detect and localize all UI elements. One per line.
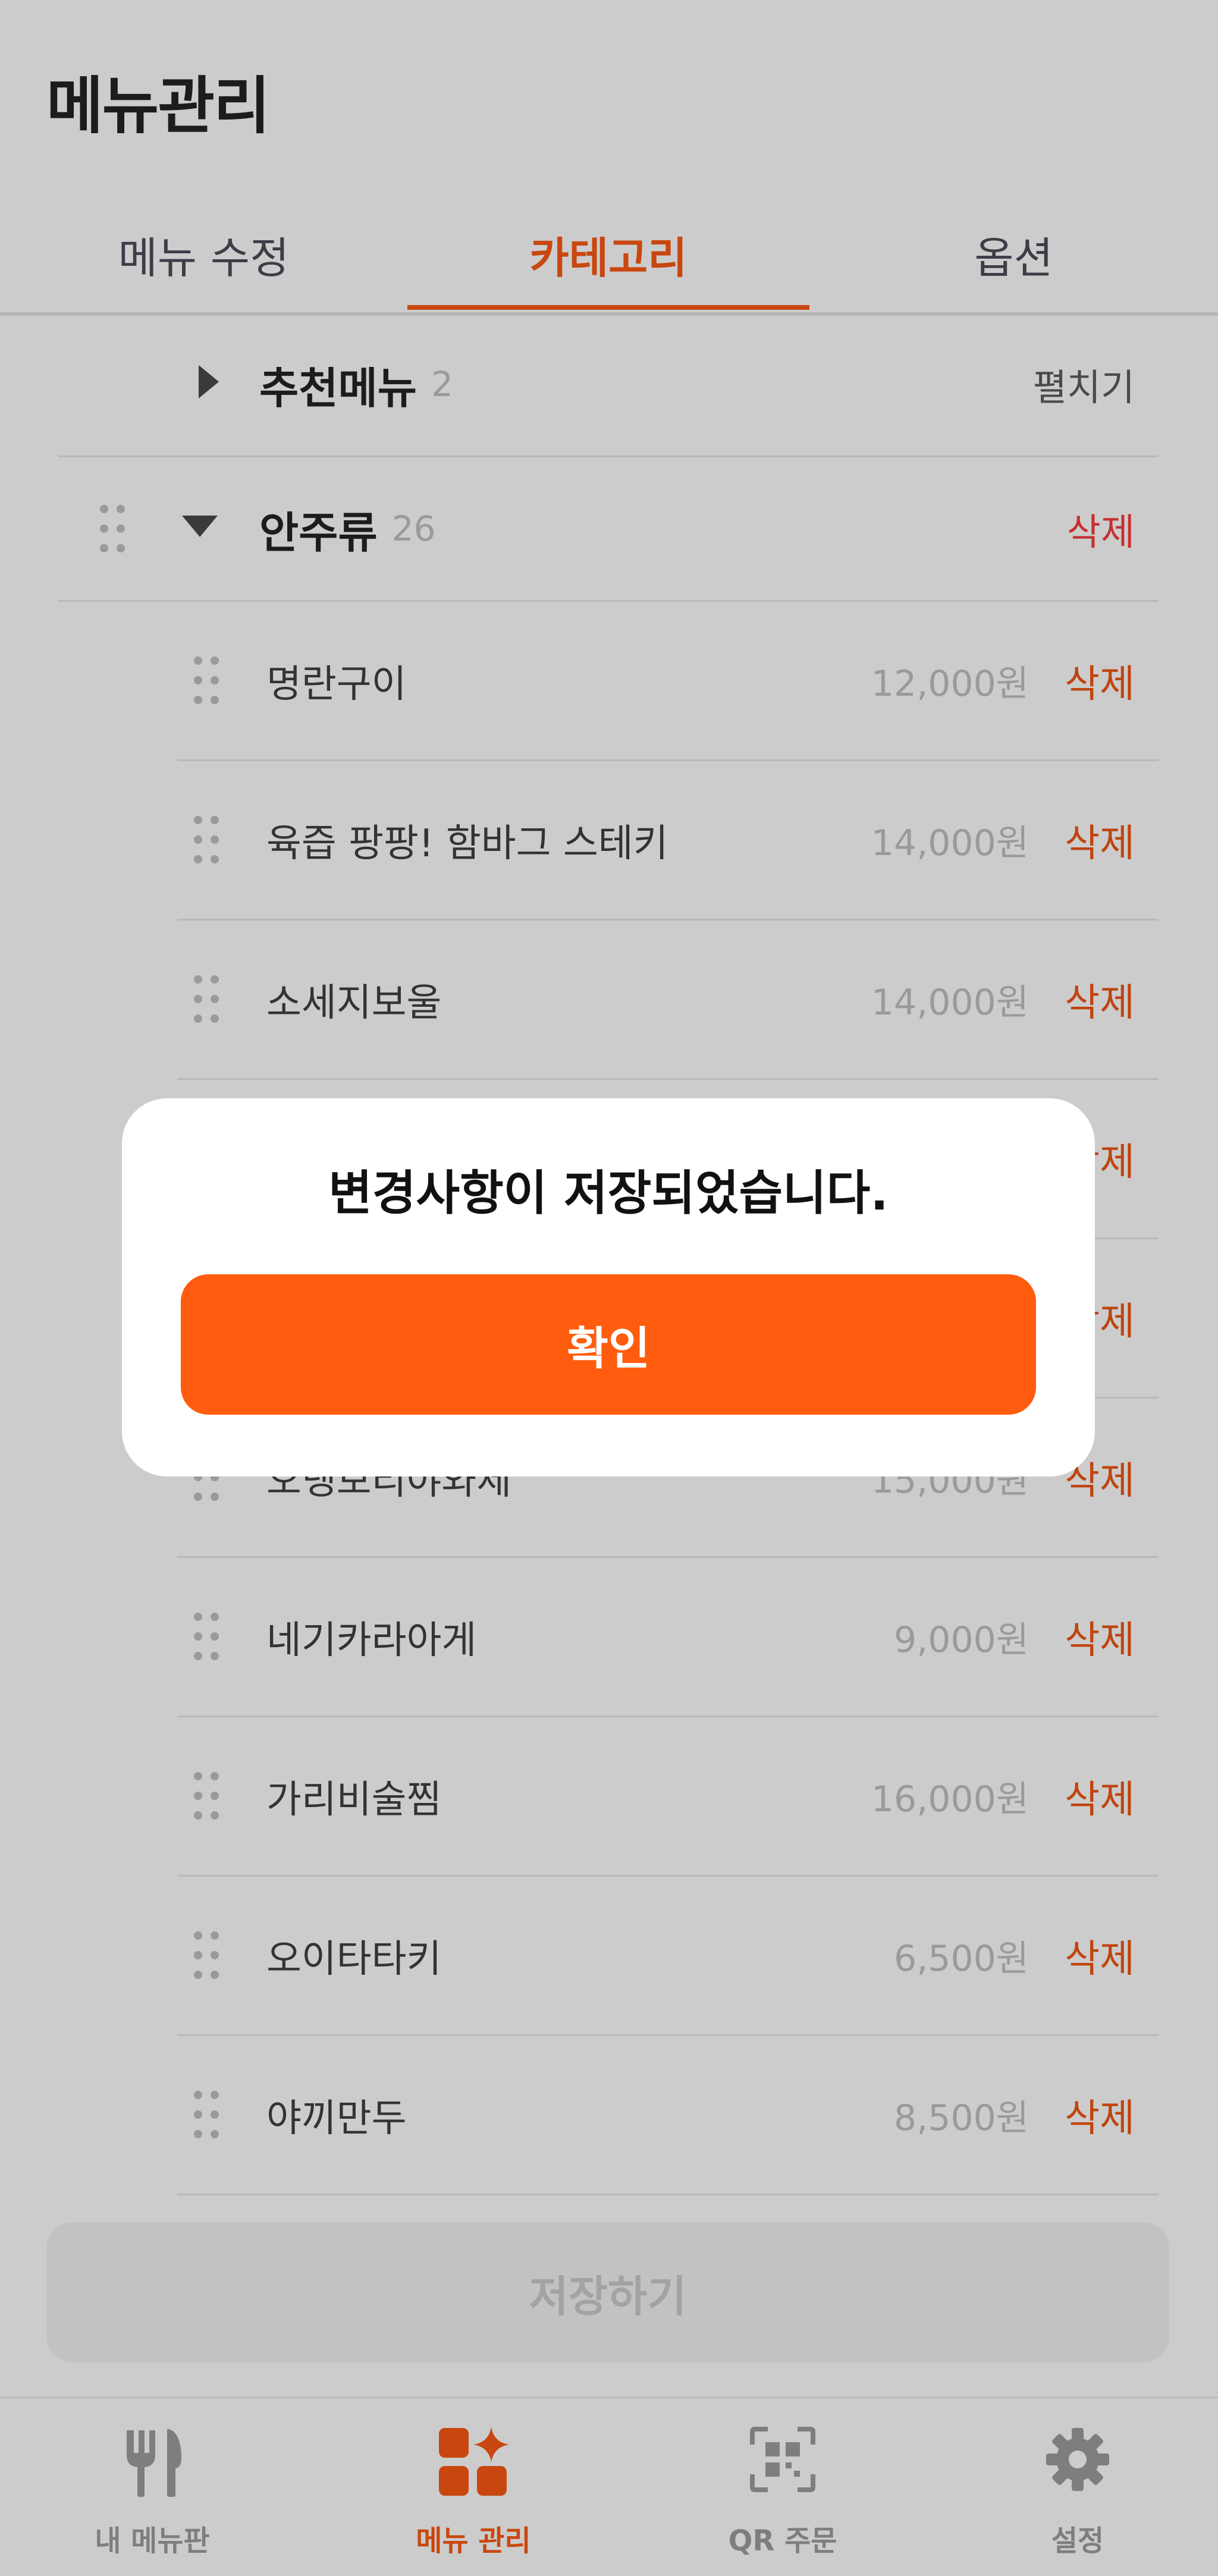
list-item: 명란구이 12,000원 삭제 bbox=[177, 602, 1159, 761]
nav-label: 설정 bbox=[1051, 2524, 1104, 2558]
save-button[interactable]: 저장하기 bbox=[46, 2222, 1169, 2363]
drag-handle-icon[interactable] bbox=[100, 505, 126, 552]
list-item: 오이타타키 6,500원 삭제 bbox=[177, 1877, 1159, 2036]
tab-category[interactable]: 카테고리 bbox=[407, 196, 809, 312]
delete-item-button[interactable]: 삭제 bbox=[1065, 2036, 1135, 2194]
delete-item-button[interactable]: 삭제 bbox=[1065, 921, 1135, 1078]
delete-item-button[interactable]: 삭제 bbox=[1065, 602, 1135, 759]
menu-item-name: 육즙 팡팡! 함바그 스테키 bbox=[266, 821, 668, 866]
menu-item-price: 14,000원 bbox=[871, 982, 1029, 1023]
bottom-nav: 내 메뉴판 메뉴 관리 QR 주문 설정 bbox=[0, 2396, 1218, 2576]
page-title: 메뉴관리 bbox=[46, 70, 271, 142]
menu-item-price: 9,000원 bbox=[894, 1619, 1029, 1661]
nav-label: 내 메뉴판 bbox=[95, 2524, 210, 2558]
menu-item-price: 12,000원 bbox=[871, 663, 1029, 705]
confirm-button[interactable]: 확인 bbox=[181, 1274, 1036, 1415]
list-item: 가리비술찜 16,000원 삭제 bbox=[177, 1717, 1159, 1877]
drag-handle-icon[interactable] bbox=[194, 1613, 220, 1660]
save-confirmation-dialog: 변경사항이 저장되었습니다. 확인 bbox=[122, 1098, 1095, 1477]
menu-item-price: 14,000원 bbox=[871, 822, 1029, 864]
list-item: 야끼만두 8,500원 삭제 bbox=[177, 2036, 1159, 2195]
list-item: 소세지보울 14,000원 삭제 bbox=[177, 921, 1159, 1080]
drag-handle-icon[interactable] bbox=[194, 2091, 220, 2138]
menu-item-price: 6,500원 bbox=[894, 1938, 1029, 1980]
dialog-message: 변경사항이 저장되었습니다. bbox=[328, 1166, 889, 1221]
nav-item-qr-order[interactable]: QR 주문 bbox=[630, 2398, 935, 2576]
delete-category-button[interactable]: 삭제 bbox=[1067, 457, 1135, 600]
drag-handle-icon[interactable] bbox=[194, 1931, 220, 1979]
nav-item-settings[interactable]: 설정 bbox=[925, 2398, 1218, 2576]
menu-item-name: 명란구이 bbox=[266, 662, 407, 706]
drag-handle-icon[interactable] bbox=[194, 1772, 220, 1820]
expand-button[interactable]: 펼치기 bbox=[1033, 313, 1135, 455]
delete-item-button[interactable]: 삭제 bbox=[1065, 1877, 1135, 2034]
tab-options[interactable]: 옵션 bbox=[809, 196, 1218, 312]
menu-item-name: 가리비술찜 bbox=[266, 1777, 442, 1822]
qr-code-icon bbox=[750, 2427, 815, 2492]
menu-manage-icon bbox=[439, 2427, 509, 2496]
caret-right-icon[interactable] bbox=[197, 364, 220, 400]
delete-item-button[interactable]: 삭제 bbox=[1065, 1717, 1135, 1875]
nav-label: QR 주문 bbox=[728, 2524, 837, 2558]
menu-item-name: 소세지보울 bbox=[266, 981, 442, 1025]
nav-item-menu-manage[interactable]: 메뉴 관리 bbox=[321, 2398, 626, 2576]
category-count: 2 bbox=[431, 364, 453, 404]
menu-item-name: 오이타타키 bbox=[266, 1937, 442, 1981]
tab-menu-edit[interactable]: 메뉴 수정 bbox=[0, 196, 407, 312]
menu-item-name: 네기카라아게 bbox=[266, 1618, 477, 1663]
menu-item-price: 16,000원 bbox=[871, 1779, 1029, 1820]
drag-handle-icon[interactable] bbox=[194, 816, 220, 863]
delete-item-button[interactable]: 삭제 bbox=[1065, 1558, 1135, 1716]
menu-management-screen: 메뉴관리 메뉴 수정 카테고리 옵션 추천메뉴 2 펼치기 안주류 26 삭제 bbox=[0, 0, 1218, 2576]
category-count: 26 bbox=[391, 508, 436, 549]
menu-item-price: 8,500원 bbox=[894, 2097, 1029, 2139]
list-item: 네기카라아게 9,000원 삭제 bbox=[177, 1558, 1159, 1717]
category-row-snacks[interactable]: 안주류 26 삭제 bbox=[58, 457, 1159, 602]
nav-item-my-menu[interactable]: 내 메뉴판 bbox=[0, 2398, 304, 2576]
active-tab-indicator bbox=[407, 305, 809, 310]
category-row-recommended[interactable]: 추천메뉴 2 펼치기 bbox=[58, 313, 1159, 457]
nav-label: 메뉴 관리 bbox=[416, 2524, 531, 2558]
caret-down-icon[interactable] bbox=[181, 514, 219, 538]
fork-knife-icon bbox=[127, 2429, 181, 2497]
category-name: 추천메뉴 2 bbox=[259, 313, 453, 455]
category-name: 안주류 26 bbox=[259, 457, 436, 600]
category-name-text: 안주류 bbox=[259, 507, 378, 558]
gear-icon bbox=[1046, 2428, 1109, 2491]
drag-handle-icon[interactable] bbox=[194, 975, 220, 1023]
menu-item-name: 야끼만두 bbox=[266, 2096, 407, 2141]
delete-item-button[interactable]: 삭제 bbox=[1065, 761, 1135, 919]
category-name-text: 추천메뉴 bbox=[259, 363, 417, 413]
drag-handle-icon[interactable] bbox=[194, 656, 220, 704]
tab-bar: 메뉴 수정 카테고리 옵션 bbox=[0, 196, 1218, 316]
list-item: 육즙 팡팡! 함바그 스테키 14,000원 삭제 bbox=[177, 761, 1159, 921]
